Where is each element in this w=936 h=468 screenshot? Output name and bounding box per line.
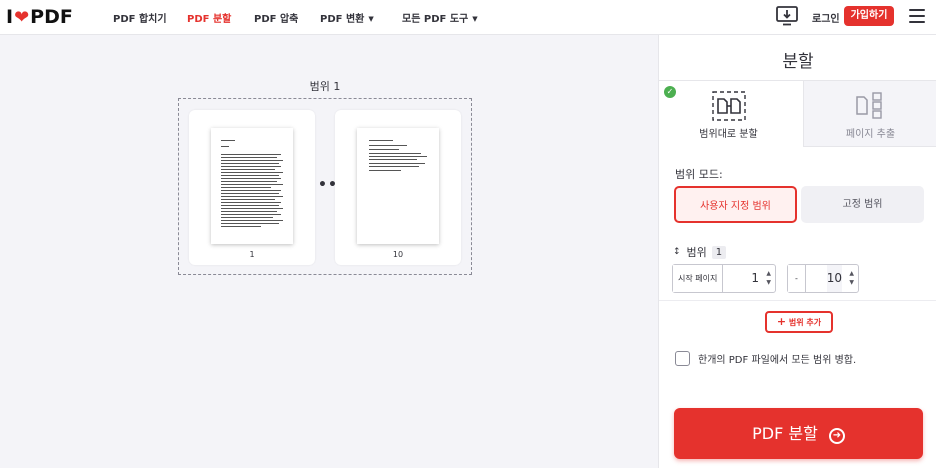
page-thumbnail xyxy=(357,128,439,244)
tab-label: 범위대로 분할 xyxy=(699,129,758,140)
split-button-label: PDF 분할 xyxy=(752,424,818,443)
nav-compress-pdf[interactable]: PDF 압축 xyxy=(254,10,298,25)
collapse-toggle-icon: ↕ xyxy=(673,247,681,257)
merge-label: 한개의 PDF 파일에서 모든 범위 병합. xyxy=(698,355,857,366)
plus-icon: + xyxy=(776,315,787,328)
desktop-download-icon[interactable] xyxy=(776,6,798,26)
caret-down-icon: ▼ xyxy=(368,15,374,23)
merge-checkbox[interactable] xyxy=(675,351,690,366)
arrow-right-circle-icon: ➜ xyxy=(828,428,845,444)
tab-split-by-range[interactable]: ✓ 범위대로 분할 xyxy=(659,81,798,147)
add-range-button[interactable]: + 범위 추가 xyxy=(765,311,833,333)
split-pdf-button[interactable]: PDF 분할 ➜ xyxy=(674,408,923,459)
page-thumbnail xyxy=(211,128,293,244)
top-header: I ❤ PDF PDF 합치기 PDF 분할 PDF 압축 PDF 변환 ▼ 모든… xyxy=(0,0,936,35)
range-title: 범위 1 xyxy=(309,80,341,93)
page-number: 1 xyxy=(249,250,255,259)
page-card: 1 xyxy=(189,110,315,265)
end-page-label: - xyxy=(788,265,806,292)
range-index-badge: 1 xyxy=(711,245,727,259)
split-range-icon xyxy=(712,91,746,121)
range-preview-box: 1 ••• 10 xyxy=(178,98,472,275)
hamburger-menu-icon[interactable] xyxy=(909,9,925,23)
end-page-input[interactable]: 10 xyxy=(826,265,842,292)
ilovepdf-logo[interactable]: I ❤ PDF xyxy=(6,6,73,28)
signup-button[interactable]: 가입하기 xyxy=(844,6,894,26)
custom-range-button[interactable]: 사용자 지정 범위 xyxy=(674,186,797,223)
start-page-label: 시작 페이지 xyxy=(673,265,724,292)
logo-text: PDF xyxy=(30,6,73,28)
end-page-field[interactable]: - 10 ▲ ▼ xyxy=(787,264,859,293)
page-card: 10 xyxy=(335,110,461,265)
stepper-icon[interactable]: ▲ ▼ xyxy=(849,269,854,287)
nav-merge-pdf[interactable]: PDF 합치기 xyxy=(113,10,167,25)
add-range-label: 범위 추가 xyxy=(788,318,822,327)
stepper-icon[interactable]: ▲ ▼ xyxy=(766,269,771,287)
divider xyxy=(659,300,936,301)
heart-icon: ❤ xyxy=(14,6,30,28)
extract-pages-icon xyxy=(856,92,882,119)
range-header-label: 범위 xyxy=(686,246,707,259)
logo-letter: I xyxy=(6,6,14,28)
fixed-range-button[interactable]: 고정 범위 xyxy=(801,186,924,223)
nav-split-pdf[interactable]: PDF 분할 xyxy=(187,10,231,25)
page-number: 10 xyxy=(392,250,404,259)
start-page-input[interactable]: 1 xyxy=(751,265,759,292)
split-options-sidebar: 분할 ✓ 범위대로 분할 페이지 추출 범위 모드: 사용자 지정 범위 고정 … xyxy=(658,35,936,468)
caret-down-icon: ▼ xyxy=(472,15,478,23)
check-icon: ✓ xyxy=(664,86,676,98)
login-link[interactable]: 로그인 xyxy=(812,10,840,25)
range-header[interactable]: ↕ 범위 1 xyxy=(673,244,727,260)
sidebar-title: 분할 xyxy=(782,52,814,72)
range-mode-label: 범위 모드: xyxy=(675,168,723,181)
nav-all-tools[interactable]: 모든 PDF 도구 ▼ xyxy=(402,10,478,25)
merge-ranges-option[interactable]: 한개의 PDF 파일에서 모든 범위 병합. xyxy=(675,351,856,366)
tab-label: 페이지 추출 xyxy=(845,129,896,140)
start-page-field[interactable]: 시작 페이지 1 ▲ ▼ xyxy=(672,264,776,293)
nav-convert-pdf[interactable]: PDF 변환 ▼ xyxy=(320,10,374,25)
tab-extract-pages[interactable]: 페이지 추출 xyxy=(803,81,936,147)
